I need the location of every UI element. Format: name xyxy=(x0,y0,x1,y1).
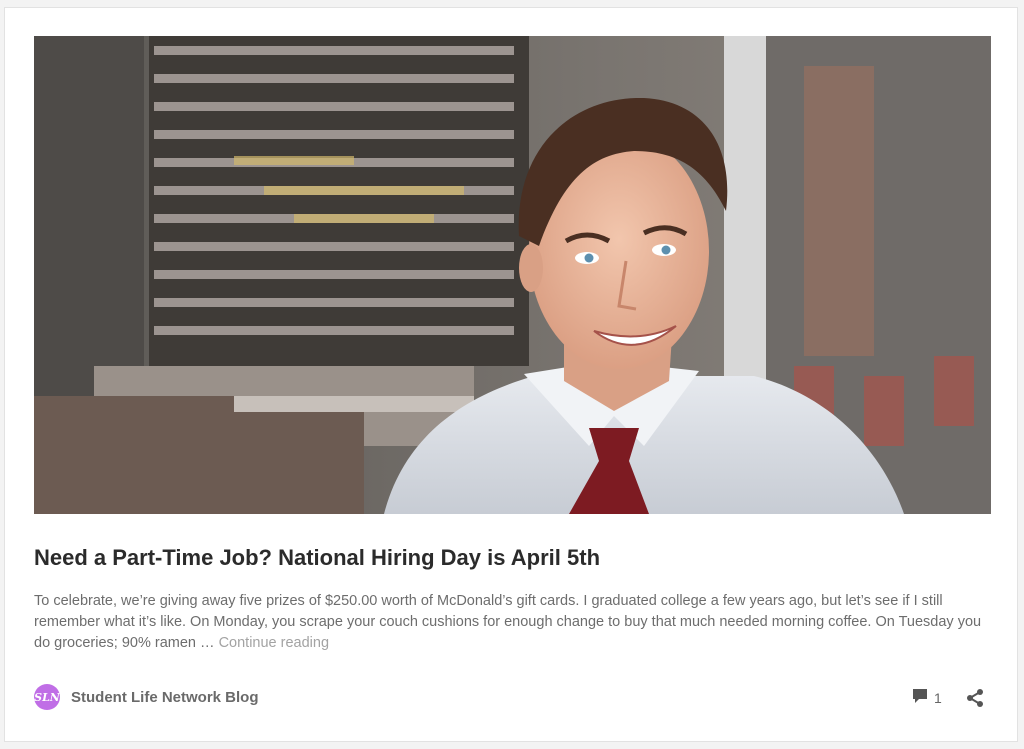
share-icon xyxy=(967,689,983,707)
share-button[interactable] xyxy=(965,688,985,708)
post-title[interactable]: Need a Part-Time Job? National Hiring Da… xyxy=(34,543,994,573)
post-excerpt: To celebrate, we’re giving away five pri… xyxy=(34,591,994,654)
post-card: Need a Part-Time Job? National Hiring Da… xyxy=(4,7,1018,742)
comment-count: 1 xyxy=(934,690,942,706)
author-name: Student Life Network Blog xyxy=(71,688,259,706)
comment-icon xyxy=(912,688,928,709)
excerpt-text: To celebrate, we’re giving away five pri… xyxy=(34,593,982,651)
comments-link[interactable]: 1 xyxy=(912,688,942,708)
author-avatar: SLN xyxy=(34,684,60,710)
author-link[interactable]: SLN Student Life Network Blog xyxy=(34,684,259,710)
featured-image[interactable] xyxy=(34,36,991,514)
continue-reading-link[interactable]: Continue reading xyxy=(219,635,329,651)
